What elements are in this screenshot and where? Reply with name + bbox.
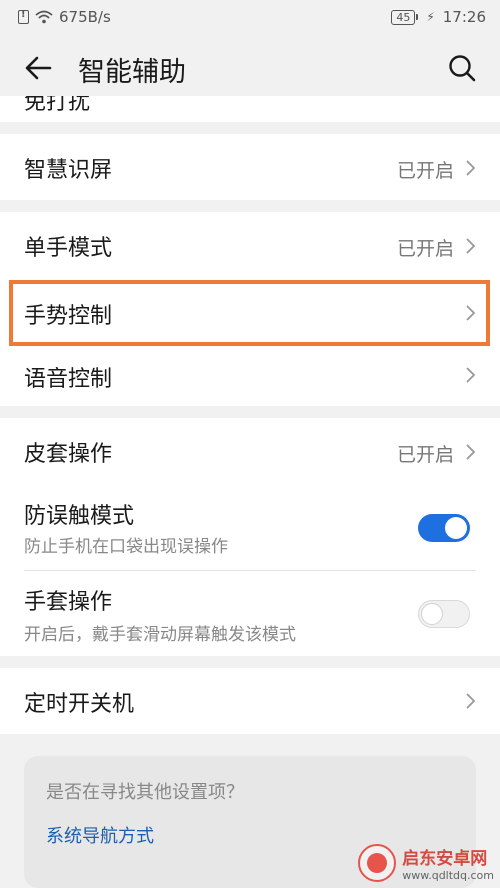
- row-description: 开启后，戴手套滑动屏幕触发该模式: [24, 625, 296, 645]
- page-title: 智能辅助: [78, 57, 186, 88]
- watermark: 启东安卓网 www.qdltdq.com: [358, 844, 494, 882]
- row-one-hand[interactable]: 单手模式 已开启: [0, 212, 500, 278]
- row-voice-control[interactable]: 语音控制: [0, 344, 500, 406]
- row-status: 已开启: [396, 238, 454, 260]
- battery-level: 45: [391, 9, 416, 25]
- watermark-logo-icon: [358, 844, 397, 882]
- suggestion-question: 是否在寻找其他设置项？: [46, 782, 244, 803]
- row-status: 已开启: [396, 160, 454, 182]
- card-smart-screen: 智慧识屏 已开启: [0, 134, 500, 200]
- charging-icon: ⚡: [426, 10, 435, 24]
- row-label: 皮套操作: [24, 442, 113, 467]
- chevron-right-icon: [466, 693, 476, 709]
- divider: [24, 570, 476, 571]
- row-label: 智慧识屏: [24, 158, 113, 183]
- row-glove: 手套操作 开启后，戴手套滑动屏幕触发该模式: [0, 574, 500, 656]
- system-navigation-link[interactable]: 系统导航方式: [46, 822, 154, 848]
- app-bar: 智能辅助: [0, 36, 500, 100]
- chevron-right-icon: [466, 238, 476, 254]
- row-label: 定时开关机: [24, 692, 135, 717]
- clock: 17:26: [442, 8, 486, 26]
- glove-toggle[interactable]: [418, 600, 470, 628]
- partial-row-label: 免打扰: [24, 96, 91, 115]
- battery-icon: 45: [391, 9, 419, 25]
- anti-touch-toggle[interactable]: [418, 514, 470, 542]
- row-label: 语音控制: [24, 367, 113, 392]
- highlight-box: [9, 280, 490, 346]
- watermark-url: www.qdltdq.com: [402, 869, 494, 882]
- card-timer: 定时开关机: [0, 668, 500, 734]
- row-label: 防误触模式: [24, 504, 135, 529]
- row-timer-power[interactable]: 定时开关机: [0, 668, 500, 734]
- search-icon[interactable]: [446, 52, 478, 84]
- status-bar: 675B/s 45 ⚡ 17:26: [0, 0, 500, 36]
- row-label: 单手模式: [24, 236, 113, 261]
- card-touch: 皮套操作 已开启 防误触模式 防止手机在口袋出现误操作 手套操作 开启后，戴手套…: [0, 418, 500, 656]
- row-description: 防止手机在口袋出现误操作: [24, 537, 228, 557]
- row-smart-screen[interactable]: 智慧识屏 已开启: [0, 134, 500, 200]
- row-anti-touch: 防误触模式 防止手机在口袋出现误操作: [0, 488, 500, 570]
- chevron-right-icon: [466, 444, 476, 460]
- row-status: 已开启: [396, 444, 454, 466]
- chevron-right-icon: [466, 367, 476, 383]
- row-cover[interactable]: 皮套操作 已开启: [0, 418, 500, 484]
- chevron-right-icon: [466, 160, 476, 176]
- network-speed: 675B/s: [59, 8, 111, 26]
- row-label: 手套操作: [24, 590, 113, 615]
- watermark-title: 启东安卓网: [402, 849, 488, 869]
- wifi-icon: [35, 10, 53, 24]
- list-item-partial[interactable]: 免打扰: [0, 96, 500, 122]
- back-arrow-icon[interactable]: [20, 50, 56, 86]
- sim-alert-icon: [18, 9, 29, 24]
